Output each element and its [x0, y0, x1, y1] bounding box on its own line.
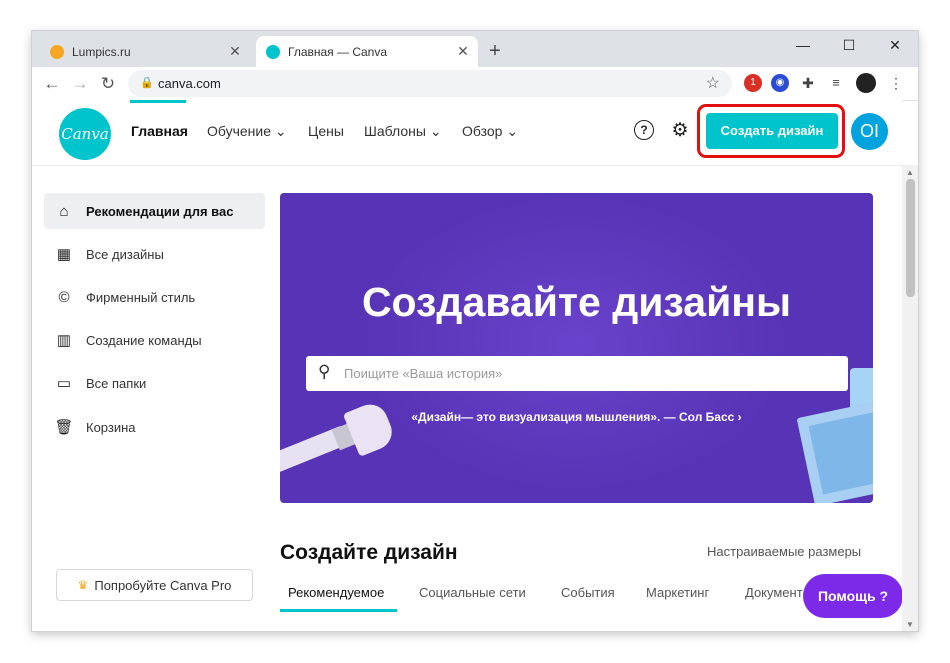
nav-active-indicator	[130, 100, 186, 103]
close-tab-icon[interactable]: ✕	[454, 43, 472, 60]
browser-toolbar: ← → ↻ 🔒 canva.com ☆ 1 ◉ ✚ ≡ ⋮	[32, 67, 918, 101]
crown-icon: ♛	[77, 578, 89, 592]
browser-window: Lumpics.ru ✕ Главная — Canva ✕ + — ☐ ✕ ←…	[32, 31, 918, 631]
sidebar-item-trash[interactable]: 🗑 Корзина	[44, 409, 265, 445]
tab-canva[interactable]: Главная — Canva ✕	[256, 36, 478, 67]
lock-icon: 🔒	[140, 77, 154, 89]
sidebar-item-all-folders[interactable]: ▭ Все папки	[44, 365, 265, 401]
nav-pricing-label: Цены	[308, 123, 344, 139]
profile-avatar[interactable]	[856, 73, 876, 93]
search-placeholder: Поищите «Ваша история»	[344, 366, 503, 381]
brand-kit-icon: ©	[58, 288, 70, 306]
active-tab-underline	[280, 609, 397, 612]
nav-learn-label: Обучение	[207, 123, 272, 139]
sidebar-item-label: Корзина	[86, 419, 136, 435]
sidebar-item-label: Все папки	[86, 375, 147, 391]
sidebar-item-label: Фирменный стиль	[86, 289, 196, 305]
extensions-puzzle-icon[interactable]: ✚	[799, 74, 817, 92]
hero-title: Создавайте дизайны	[361, 279, 792, 325]
canva-logo[interactable]: Canva	[59, 108, 111, 160]
tab-social-media[interactable]: Социальные сети	[419, 585, 526, 600]
nav-templates[interactable]: Шаблоны ⌄	[364, 123, 442, 140]
folder-icon: ▭	[56, 375, 72, 392]
help-button[interactable]: Помощь ?	[803, 574, 903, 618]
tab-title: Lumpics.ru	[72, 44, 131, 59]
close-tab-icon[interactable]: ✕	[226, 43, 244, 60]
sidebar-item-label: Рекомендации для вас	[86, 203, 234, 219]
trash-icon: 🗑	[54, 419, 74, 436]
search-icon: ⚲	[318, 362, 331, 381]
bookmark-star-icon[interactable]: ☆	[706, 73, 720, 93]
scroll-up-arrow-icon[interactable]: ▲	[906, 168, 914, 177]
nav-home[interactable]: Главная	[131, 123, 188, 139]
menu-kebab-icon[interactable]: ⋮	[887, 74, 905, 92]
tab-lumpics[interactable]: Lumpics.ru ✕	[40, 36, 250, 67]
tab-document[interactable]: Документ	[745, 585, 803, 600]
media-queue-icon[interactable]: ≡	[827, 74, 845, 92]
nav-explore-label: Обзор	[462, 123, 503, 139]
hero-quote-link[interactable]: «Дизайн— это визуализация мышления». — С…	[280, 410, 873, 424]
sidebar-item-recommendations[interactable]: ⌂ Рекомендации для вас	[44, 193, 265, 229]
extension-red-icon[interactable]: 1	[744, 74, 762, 92]
page-scrollbar[interactable]: ▲ ▼	[902, 165, 918, 631]
url-text: canva.com	[158, 76, 221, 91]
nav-explore[interactable]: Обзор ⌄	[462, 123, 518, 140]
close-window-button[interactable]: ✕	[872, 31, 918, 61]
create-design-button[interactable]: Создать дизайн	[706, 113, 838, 149]
hero-banner: Создавайте дизайны ⚲ Поищите «Ваша истор…	[280, 193, 873, 503]
nav-templates-label: Шаблоны	[364, 123, 426, 139]
grid-icon: ▦	[56, 246, 72, 263]
sidebar-item-brand-kit[interactable]: © Фирменный стиль	[44, 279, 265, 315]
chevron-down-icon: ⌄	[429, 123, 442, 139]
tab-events[interactable]: События	[561, 585, 615, 600]
nav-home-label: Главная	[131, 123, 188, 139]
maximize-button[interactable]: ☐	[826, 31, 872, 61]
sidebar-item-all-designs[interactable]: ▦ Все дизайны	[44, 236, 265, 272]
try-canva-pro-label: Попробуйте Canva Pro	[94, 577, 232, 593]
forward-button[interactable]: →	[68, 72, 92, 96]
reload-button[interactable]: ↻	[96, 72, 120, 96]
new-tab-button[interactable]: +	[484, 40, 506, 63]
try-canva-pro-button[interactable]: ♛ Попробуйте Canva Pro	[56, 569, 253, 601]
tab-marketing[interactable]: Маркетинг	[646, 585, 709, 600]
nav-learn[interactable]: Обучение ⌄	[207, 123, 287, 140]
user-avatar[interactable]: OI	[851, 113, 888, 150]
sidebar-item-label: Создание команды	[86, 332, 202, 348]
back-button[interactable]: ←	[40, 72, 64, 96]
chevron-down-icon: ⌄	[274, 123, 287, 139]
tab-strip: Lumpics.ru ✕ Главная — Canva ✕ + — ☐ ✕	[32, 31, 918, 67]
sidebar-item-create-team[interactable]: ▥ Создание команды	[44, 322, 265, 358]
lumpics-favicon-icon	[50, 44, 64, 59]
scroll-down-arrow-icon[interactable]: ▼	[906, 620, 914, 629]
tab-title: Главная — Canva	[288, 44, 388, 59]
address-bar[interactable]: 🔒 canva.com ☆	[128, 70, 732, 97]
extension-globe-icon[interactable]: ◉	[771, 74, 789, 92]
nav-pricing[interactable]: Цены	[308, 123, 344, 139]
create-design-heading: Создайте дизайн	[280, 541, 458, 564]
custom-sizes-link[interactable]: Настраиваемые размеры	[707, 544, 861, 559]
help-icon[interactable]: ?	[634, 120, 656, 142]
canva-header: Canva Главная Обучение ⌄ Цены Шаблоны ⌄ …	[32, 100, 902, 166]
tab-recommended[interactable]: Рекомендуемое	[288, 585, 384, 600]
chevron-down-icon: ⌄	[506, 123, 519, 139]
minimize-button[interactable]: —	[780, 31, 826, 61]
home-icon: ⌂	[59, 202, 69, 220]
hero-glow	[360, 193, 790, 493]
extension-badge: 1	[750, 77, 756, 88]
building-icon: ▥	[56, 332, 72, 349]
canva-favicon-icon	[266, 44, 280, 59]
design-search-input[interactable]: ⚲ Поищите «Ваша история»	[306, 356, 848, 391]
settings-gear-icon[interactable]: ⚙	[669, 120, 691, 142]
scrollbar-thumb[interactable]	[906, 179, 915, 297]
sidebar-item-label: Все дизайны	[86, 246, 164, 262]
